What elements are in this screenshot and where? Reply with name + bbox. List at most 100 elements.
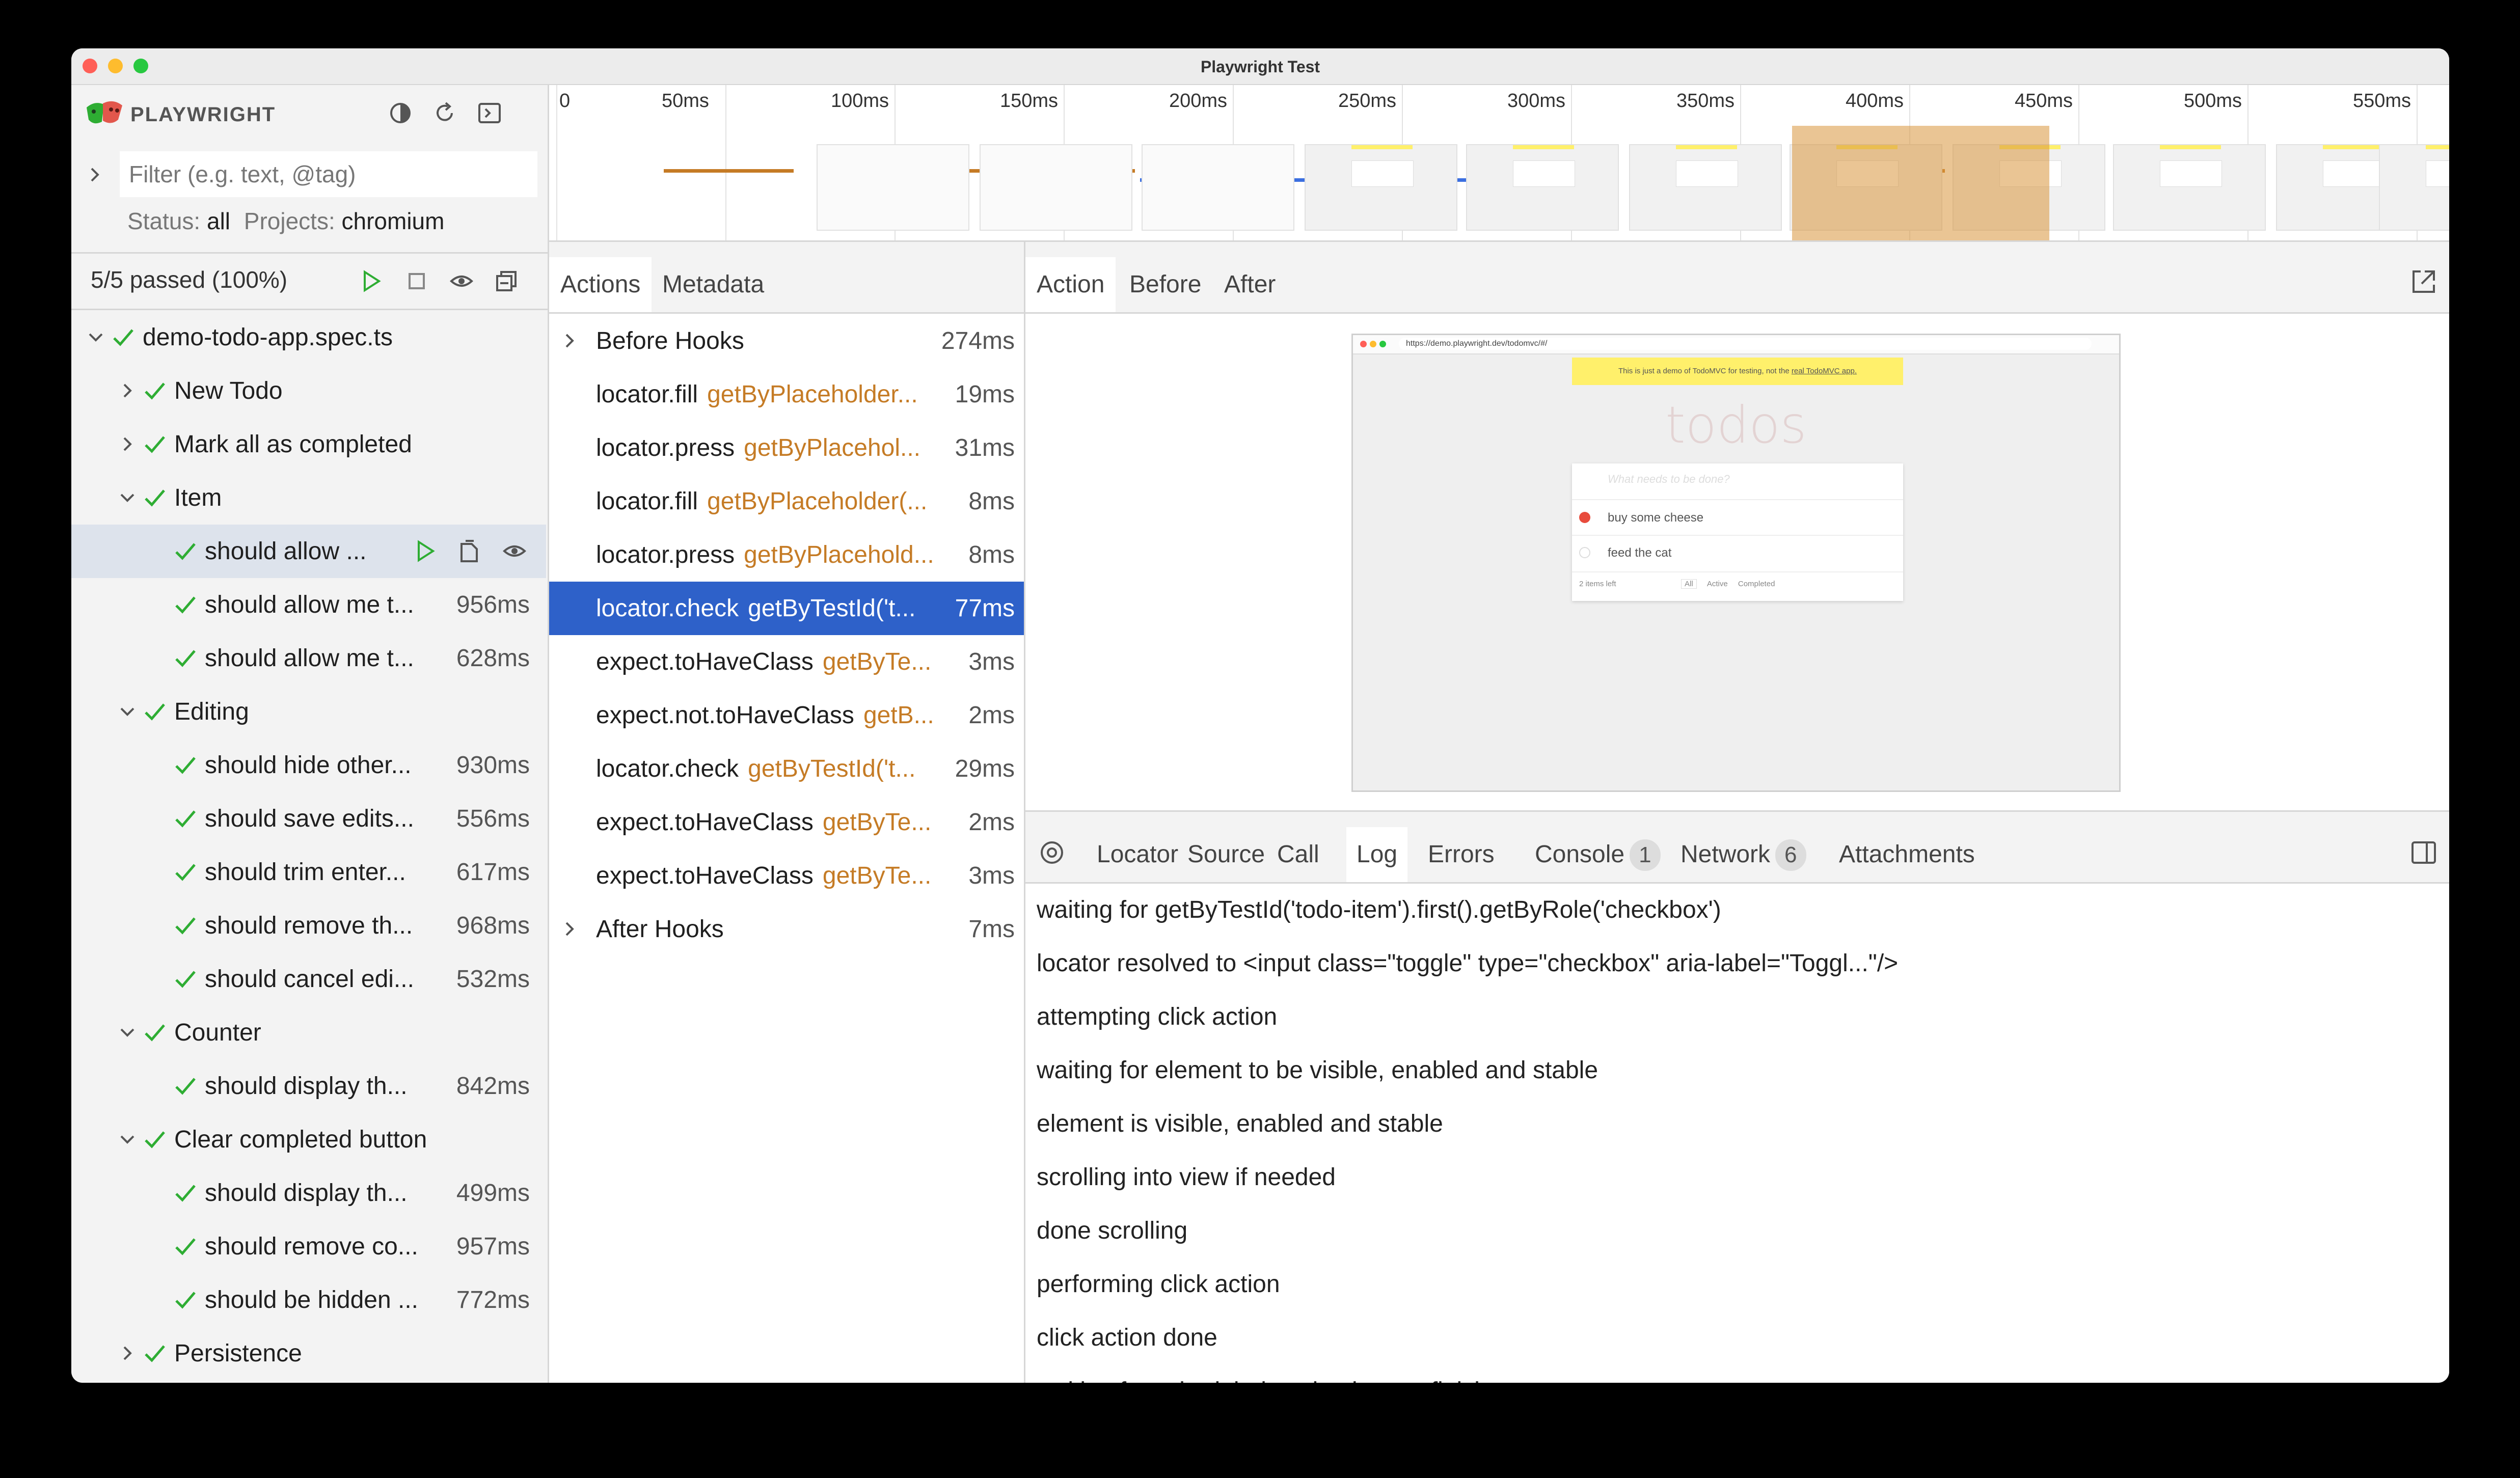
- timeline-tick-label: 300ms: [1507, 90, 1566, 112]
- tab-actions[interactable]: Actions: [549, 257, 652, 312]
- tree-row[interactable]: should display th... 499ms: [71, 1166, 546, 1220]
- chevron-right-icon[interactable]: [560, 920, 579, 938]
- show-source-icon[interactable]: [456, 539, 481, 563]
- tree-row[interactable]: should cancel edi... 532ms: [71, 952, 546, 1006]
- tree-row[interactable]: demo-todo-app.spec.ts: [71, 311, 546, 364]
- action-item[interactable]: expect.toHaveClass getByTe... 2ms: [549, 796, 1024, 849]
- collapse-all-button[interactable]: [492, 267, 521, 295]
- tab-action[interactable]: Action: [1025, 257, 1116, 312]
- toggle-theme-button[interactable]: [386, 99, 415, 127]
- toggle-output-button[interactable]: [475, 99, 504, 127]
- timeline-screenshot[interactable]: [2113, 144, 2266, 231]
- action-item[interactable]: locator.press getByPlacehold... 8ms: [549, 528, 1024, 582]
- action-item[interactable]: expect.not.toHaveClass getB... 2ms: [549, 689, 1024, 742]
- watch-test-icon[interactable]: [502, 539, 527, 563]
- timeline-screenshot[interactable]: [1466, 144, 1619, 231]
- chevron-down-icon[interactable]: [118, 702, 137, 721]
- details-tab-source[interactable]: Source: [1187, 827, 1265, 882]
- details-tab-locator[interactable]: Locator: [1097, 827, 1178, 882]
- chevron-right-icon[interactable]: [560, 332, 579, 350]
- action-item[interactable]: Before Hooks 274ms: [549, 314, 1024, 368]
- tree-row[interactable]: Mark all as completed: [71, 418, 546, 471]
- tree-row-label: New Todo: [174, 377, 283, 404]
- details-tab-errors[interactable]: Errors: [1428, 827, 1495, 882]
- timeline[interactable]: 0 50ms 100ms 150ms 200ms 250ms 300ms 350ms 400ms…: [549, 85, 2449, 242]
- collapse-icon: [496, 271, 517, 291]
- tree-row[interactable]: Counter: [71, 1006, 546, 1059]
- tree-row-duration: 772ms: [456, 1287, 530, 1313]
- action-duration: 29ms: [955, 755, 1015, 782]
- action-item[interactable]: locator.fill getByPlaceholder(... 8ms: [549, 475, 1024, 528]
- watch-all-button[interactable]: [447, 267, 476, 295]
- stop-button[interactable]: [402, 267, 431, 295]
- tree-row[interactable]: Item: [71, 471, 546, 525]
- run-all-button[interactable]: [357, 267, 385, 295]
- filter-input[interactable]: Filter (e.g. text, @tag): [120, 151, 537, 197]
- timeline-screenshot[interactable]: [1305, 144, 1457, 231]
- action-item[interactable]: expect.toHaveClass getByTe... 3ms: [549, 849, 1024, 902]
- toggle-layout-icon[interactable]: [2410, 840, 2437, 865]
- tab-after[interactable]: After: [1213, 257, 1287, 312]
- details-tab-attachments[interactable]: Attachments: [1839, 827, 1975, 882]
- sidebar: PLAYWRIGHT Filter (e.g. text, @tag) Stat…: [71, 85, 549, 1383]
- tree-row[interactable]: should be hidden ... 772ms: [71, 1273, 546, 1327]
- action-item[interactable]: locator.check getByTestId('t... 77ms: [549, 582, 1024, 635]
- action-locator: getByTe...: [822, 862, 932, 889]
- chevron-down-icon[interactable]: [87, 328, 105, 346]
- snapshot-count: 2 items left: [1579, 580, 1616, 588]
- tree-row[interactable]: New Todo: [71, 364, 546, 418]
- timeline-screenshot[interactable]: [1142, 144, 1294, 231]
- details-tab-label: Console: [1535, 841, 1625, 868]
- details-tab-call[interactable]: Call: [1277, 827, 1319, 882]
- action-item[interactable]: locator.fill getByPlaceholder... 19ms: [549, 368, 1024, 421]
- details-tab-log[interactable]: Log: [1346, 827, 1408, 882]
- action-item[interactable]: locator.press getByPlacehol... 31ms: [549, 421, 1024, 475]
- action-item[interactable]: expect.toHaveClass getByTe... 3ms: [549, 635, 1024, 689]
- tree-row[interactable]: should remove co... 957ms: [71, 1220, 546, 1273]
- status-filter[interactable]: Status: all Projects: chromium: [127, 207, 444, 235]
- tree-row[interactable]: Editing: [71, 685, 546, 738]
- timeline-selection[interactable]: [1792, 126, 2049, 240]
- chevron-right-icon[interactable]: [118, 381, 137, 400]
- chevron-down-icon[interactable]: [118, 488, 137, 507]
- reload-button[interactable]: [430, 99, 459, 127]
- tree-row[interactable]: should allow me t... 956ms: [71, 578, 546, 632]
- timeline-tick-label: 500ms: [2184, 90, 2242, 112]
- tree-row[interactable]: should remove th... 968ms: [71, 899, 546, 952]
- pick-locator-icon[interactable]: [1039, 839, 1065, 866]
- tree-row[interactable]: Clear completed button: [71, 1113, 546, 1166]
- details-tab-console[interactable]: Console 1: [1535, 827, 1661, 882]
- tree-row[interactable]: should hide other... 930ms: [71, 738, 546, 792]
- tree-row[interactable]: should display th... 842ms: [71, 1059, 546, 1113]
- timeline-screenshot[interactable]: [2379, 144, 2449, 231]
- title-bar: Playwright Test: [71, 48, 2449, 85]
- tree-row[interactable]: should trim enter... 617ms: [71, 845, 546, 899]
- details-tab-network[interactable]: Network 6: [1681, 827, 1806, 882]
- tree-row[interactable]: should allow ...: [71, 525, 546, 578]
- chevron-right-icon[interactable]: [118, 435, 137, 453]
- tree-row-label: should trim enter...: [205, 859, 406, 886]
- chevron-down-icon[interactable]: [118, 1130, 137, 1148]
- action-item[interactable]: After Hooks 7ms: [549, 902, 1024, 956]
- tab-before[interactable]: Before: [1118, 257, 1212, 312]
- dom-snapshot[interactable]: https://demo.playwright.dev/todomvc/#/ T…: [1351, 334, 2121, 792]
- tree-row[interactable]: should save edits... 556ms: [71, 792, 546, 845]
- log-line: waiting for scheduled navigations to fin…: [1037, 1377, 1488, 1383]
- chevron-right-icon[interactable]: [118, 1344, 137, 1362]
- timeline-screenshot[interactable]: [1629, 144, 1782, 231]
- tree-row-label: should hide other...: [205, 752, 412, 779]
- open-in-new-window-icon[interactable]: [2409, 267, 2438, 296]
- action-item[interactable]: locator.check getByTestId('t... 29ms: [549, 742, 1024, 796]
- action-locator: getByPlacehol...: [744, 434, 921, 461]
- timeline-screenshot[interactable]: [980, 144, 1132, 231]
- tree-row[interactable]: Persistence: [71, 1327, 546, 1380]
- expand-filters-icon[interactable]: [86, 166, 104, 184]
- chevron-down-icon[interactable]: [118, 1023, 137, 1042]
- tab-metadata[interactable]: Metadata: [651, 257, 775, 312]
- run-test-icon[interactable]: [414, 540, 436, 562]
- passed-check-icon: [145, 1131, 165, 1148]
- snapshot-divider: [1572, 535, 1903, 536]
- tree-row[interactable]: should allow me t... 628ms: [71, 632, 546, 685]
- snapshot-filter-active: Active: [1706, 580, 1728, 588]
- timeline-screenshot[interactable]: [817, 144, 969, 231]
